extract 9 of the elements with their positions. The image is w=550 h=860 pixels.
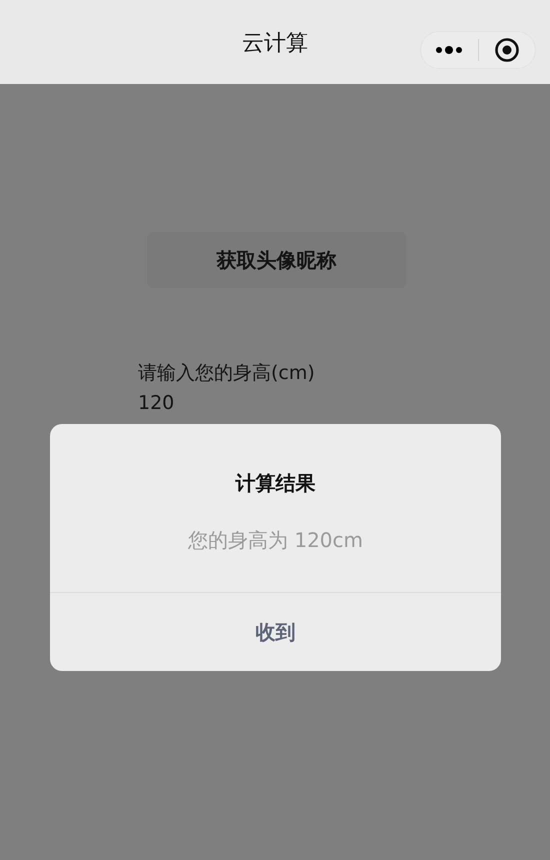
get-avatar-button[interactable]: 获取头像昵称 [147, 232, 406, 288]
height-label: 请输入您的身高(cm) [138, 361, 316, 386]
dialog-message: 您的身高为 120cm [188, 527, 363, 554]
more-icon[interactable] [436, 46, 462, 54]
height-input[interactable]: 120 [138, 388, 338, 418]
confirm-button[interactable]: 收到 [50, 593, 501, 671]
page-title: 云计算 [242, 30, 308, 58]
close-icon[interactable] [494, 38, 519, 62]
dialog-title: 计算结果 [236, 470, 316, 497]
